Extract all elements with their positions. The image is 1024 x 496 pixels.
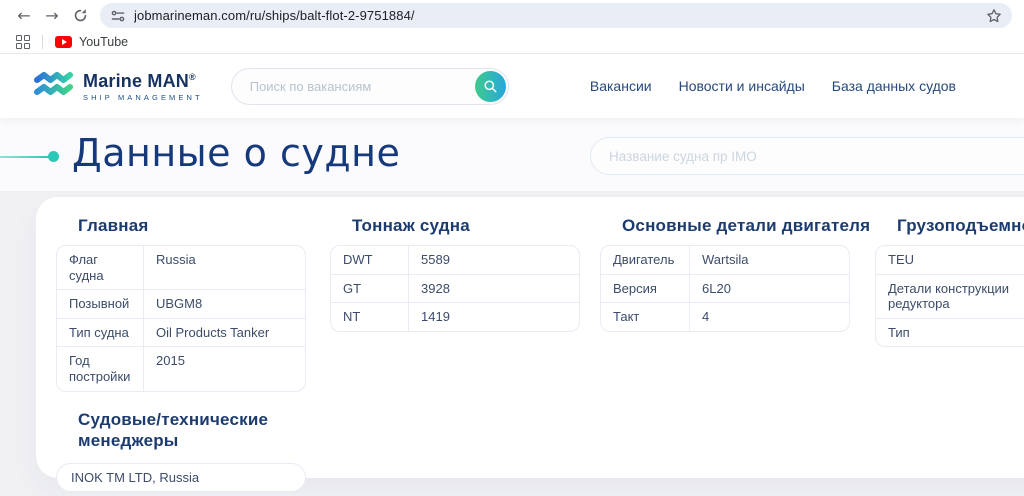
section-title: Грузоподъемность (897, 216, 1024, 236)
site-settings-icon[interactable] (111, 9, 125, 23)
table-row: Двигатель Wartsila (601, 246, 849, 274)
reload-icon (73, 8, 88, 23)
search-icon (483, 79, 498, 94)
row-value: UBGM8 (144, 290, 305, 318)
row-label: Версия (601, 275, 690, 303)
table-row: Тип судна Oil Products Tanker (57, 318, 305, 347)
bookmark-youtube[interactable]: YouTube (55, 35, 128, 49)
registered-mark: ® (189, 72, 196, 82)
row-value: 6L20 (690, 275, 849, 303)
page-title: Данные о судне (72, 131, 400, 175)
forward-arrow-icon: → (45, 6, 58, 25)
row-label: GT (331, 275, 409, 303)
title-accent-dot-icon (48, 151, 59, 162)
row-value: Russia (144, 246, 305, 289)
url-bar[interactable]: jobmarineman.com/ru/ships/balt-flot-2-97… (100, 3, 1012, 28)
table-row: NT 1419 (331, 302, 579, 331)
row-label: Год постройки (57, 347, 144, 390)
row-label: Позывной (57, 290, 144, 318)
row-value: 3928 (409, 275, 579, 303)
main-table: Флаг судна Russia Позывной UBGM8 Тип суд… (56, 245, 306, 392)
section-title: Тоннаж судна (352, 216, 580, 236)
capacity-table: TEU Детали конструкции редуктора Тип (875, 245, 1024, 347)
site-header: Marine MAN® SHIP MANAGEMENT Вакансии Нов… (0, 54, 1024, 118)
section-tonnage: Тоннаж судна DWT 5589 GT 3928 NT 1419 (330, 197, 580, 332)
row-label: Флаг судна (57, 246, 144, 289)
section-title: Главная (78, 216, 306, 236)
back-button[interactable]: ← (10, 3, 38, 29)
section-title: Основные детали двигателя (622, 216, 850, 236)
vacancy-search-button[interactable] (475, 71, 506, 102)
managers-title: Судовые/технические менеджеры (78, 409, 313, 452)
row-value: Wartsila (690, 246, 849, 274)
youtube-icon (55, 36, 72, 48)
reload-button[interactable] (66, 3, 94, 29)
table-row: Тип (876, 318, 1024, 347)
row-label: NT (331, 303, 409, 331)
ship-search-input[interactable] (590, 137, 1024, 175)
section-engine: Основные детали двигателя Двигатель Wart… (600, 197, 850, 332)
back-arrow-icon: ← (17, 6, 30, 25)
table-row: DWT 5589 (331, 246, 579, 274)
table-row: Флаг судна Russia (57, 246, 305, 289)
forward-button[interactable]: → (38, 3, 66, 29)
browser-chrome: ← → jobmarineman.com/ru/ship (0, 0, 1024, 54)
table-row: TEU (876, 246, 1024, 274)
row-label: Такт (601, 303, 690, 331)
url-text: jobmarineman.com/ru/ships/balt-flot-2-97… (134, 8, 977, 23)
vacancy-search-input[interactable] (231, 68, 509, 105)
row-label: Двигатель (601, 246, 690, 274)
nav-link-vacancies[interactable]: Вакансии (590, 78, 652, 94)
bookmarks-bar: YouTube (0, 31, 1024, 53)
row-value: 4 (690, 303, 849, 331)
logo-waves-icon (34, 71, 74, 101)
tonnage-table: DWT 5589 GT 3928 NT 1419 (330, 245, 580, 332)
manager-item: INOK TM LTD, Russia (56, 463, 306, 492)
bookmarks-divider (42, 35, 43, 49)
ship-search (590, 137, 1024, 175)
nav-link-ship-database[interactable]: База данных судов (832, 78, 956, 94)
table-row: Версия 6L20 (601, 274, 849, 303)
site-logo[interactable]: Marine MAN® SHIP MANAGEMENT (34, 71, 203, 102)
row-value: 5589 (409, 246, 579, 274)
vacancy-search (231, 68, 509, 105)
table-row: GT 3928 (331, 274, 579, 303)
engine-table: Двигатель Wartsila Версия 6L20 Такт 4 (600, 245, 850, 332)
table-row: Такт 4 (601, 302, 849, 331)
table-row: Детали конструкции редуктора (876, 274, 1024, 318)
section-main: Главная Флаг судна Russia Позывной UBGM8… (56, 197, 306, 492)
nav-link-news[interactable]: Новости и инсайды (679, 78, 805, 94)
title-accent-line (0, 156, 50, 158)
section-capacity: Грузоподъемность TEU Детали конструкции … (875, 197, 1024, 347)
bookmark-star-icon[interactable] (986, 8, 1002, 24)
row-label: Детали конструкции редуктора (876, 275, 1024, 318)
logo-title: Marine MAN® (83, 71, 196, 91)
page-title-band: Данные о судне (0, 118, 1024, 192)
row-value: 2015 (144, 347, 305, 390)
apps-grid-icon[interactable] (16, 35, 30, 49)
browser-toolbar: ← → jobmarineman.com/ru/ship (0, 0, 1024, 31)
row-label: DWT (331, 246, 409, 274)
row-value: 1419 (409, 303, 579, 331)
main-nav: Вакансии Новости и инсайды База данных с… (590, 78, 956, 94)
table-row: Год постройки 2015 (57, 346, 305, 390)
bookmark-label: YouTube (79, 35, 128, 49)
logo-subtitle: SHIP MANAGEMENT (83, 93, 203, 102)
row-label: TEU (876, 246, 1024, 274)
row-value: Oil Products Tanker (144, 319, 305, 347)
row-label: Тип (876, 319, 1024, 347)
table-row: Позывной UBGM8 (57, 289, 305, 318)
row-label: Тип судна (57, 319, 144, 347)
ship-data-card: Главная Флаг судна Russia Позывной UBGM8… (36, 197, 1024, 478)
